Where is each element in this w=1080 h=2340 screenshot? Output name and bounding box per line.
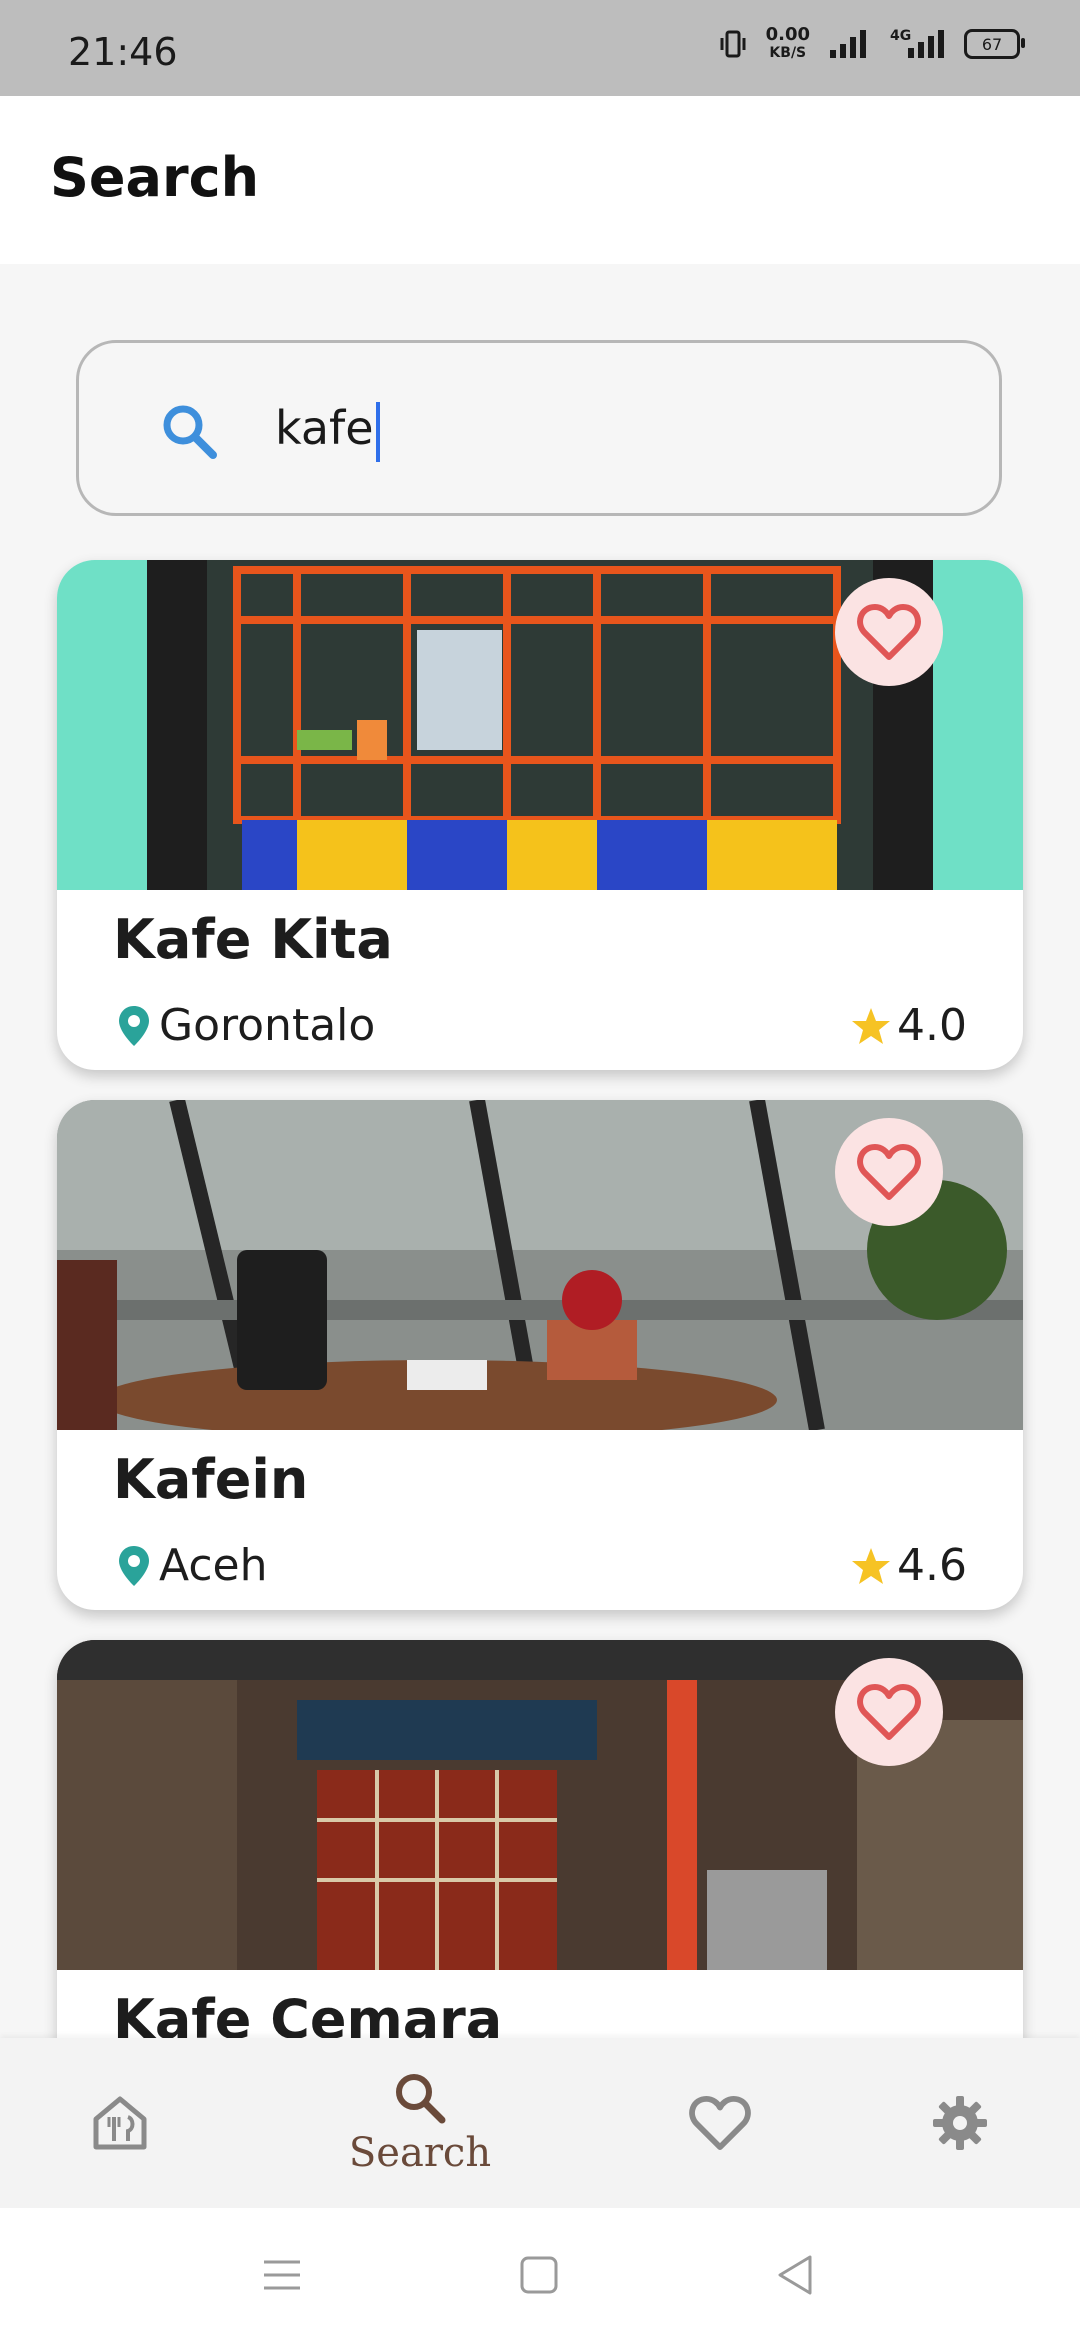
favorite-button[interactable] <box>835 1658 943 1766</box>
battery-level: 67 <box>981 34 1003 54</box>
restaurant-location: Gorontalo <box>117 1000 375 1051</box>
home-square-icon[interactable] <box>520 2256 558 2294</box>
search-value[interactable]: kafe <box>275 401 380 462</box>
star-icon <box>852 1547 891 1584</box>
status-bar: 21:46 0.00 KB/S 4G 67 <box>0 0 1080 96</box>
star-icon <box>852 1007 891 1044</box>
nav-search[interactable]: Search <box>330 2038 510 2208</box>
location-text: Gorontalo <box>159 1000 376 1051</box>
search-icon <box>163 405 217 459</box>
location-pin-icon <box>119 1005 149 1046</box>
battery-icon: 67 <box>964 29 1025 59</box>
nav-home[interactable] <box>60 2038 180 2208</box>
location-pin-icon <box>119 1545 149 1586</box>
restaurant-name: Kafe Kita <box>113 908 393 971</box>
rating-text: 4.0 <box>897 1000 967 1051</box>
page-title: Search <box>50 146 260 209</box>
net-speed: 0.00 KB/S <box>766 26 810 62</box>
rating-text: 4.6 <box>897 1540 967 1591</box>
search-icon <box>396 2074 446 2124</box>
net-speed-value: 0.00 <box>765 24 810 45</box>
signal-icon <box>830 30 866 58</box>
restaurant-location: Aceh <box>117 1540 267 1591</box>
menu-icon[interactable] <box>262 2258 302 2292</box>
restaurant-rating: 4.0 <box>851 1000 967 1051</box>
text-cursor <box>375 401 380 462</box>
back-icon[interactable] <box>776 2254 814 2296</box>
nav-settings[interactable] <box>900 2038 1020 2208</box>
heart-outline-icon <box>857 604 921 660</box>
net-speed-unit: KB/S <box>769 45 807 61</box>
restaurant-name: Kafein <box>113 1448 309 1511</box>
nav-search-label: Search <box>348 2130 492 2176</box>
restaurant-card[interactable]: Kafe Kita Gorontalo 4.0 <box>57 560 1023 1070</box>
favorite-button[interactable] <box>835 1118 943 1226</box>
nav-favorites[interactable] <box>660 2038 780 2208</box>
app-header: Search <box>0 96 1080 264</box>
restaurant-home-icon <box>93 2096 147 2150</box>
status-icons: 0.00 KB/S 4G 67 <box>718 26 1025 62</box>
restaurant-card[interactable]: Kafein Aceh 4.6 <box>57 1100 1023 1610</box>
network-type: 4G <box>890 28 946 60</box>
vibrate-icon <box>720 30 746 58</box>
heart-icon <box>689 2095 751 2151</box>
gear-icon <box>933 2096 987 2150</box>
favorite-button[interactable] <box>835 578 943 686</box>
heart-outline-icon <box>857 1684 921 1740</box>
search-input[interactable]: kafe <box>76 340 1002 516</box>
heart-outline-icon <box>857 1144 921 1200</box>
system-navigation-bar <box>0 2208 1080 2340</box>
search-text: kafe <box>275 401 374 455</box>
status-time: 21:46 <box>68 30 178 74</box>
bottom-navigation: Search <box>0 2038 1080 2208</box>
location-text: Aceh <box>159 1540 268 1591</box>
restaurant-rating: 4.6 <box>851 1540 967 1591</box>
